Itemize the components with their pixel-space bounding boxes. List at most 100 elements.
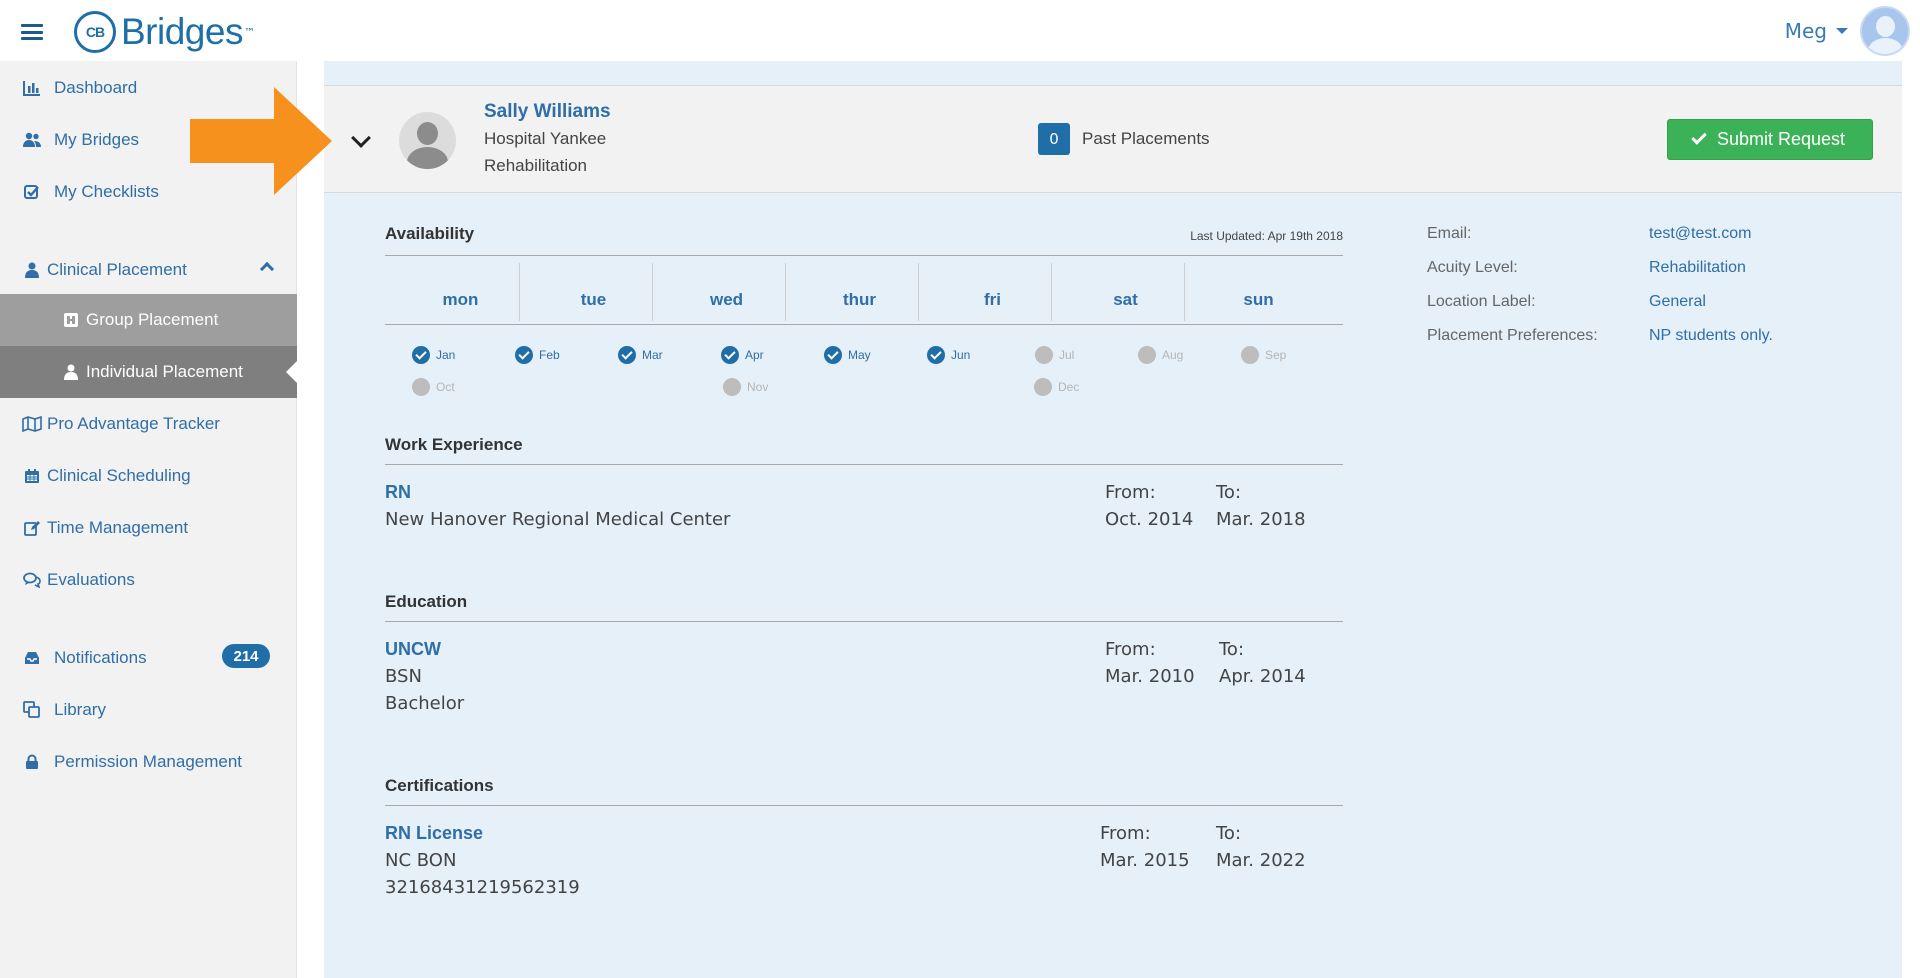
work-role[interactable]: RN (385, 482, 411, 503)
map-icon (21, 414, 43, 434)
education-to-label: To: (1219, 639, 1245, 660)
chevron-down-icon[interactable] (351, 128, 371, 148)
month-may[interactable]: May (824, 346, 871, 364)
divider (918, 263, 919, 321)
menu-icon[interactable] (21, 24, 43, 40)
sidebar: Dashboard My Bridges My Checklists Clini… (0, 61, 297, 978)
check-circle-icon (721, 346, 739, 364)
location-label-value[interactable]: General (1649, 293, 1706, 311)
work-from-label: From: (1105, 482, 1156, 503)
work-to-label: To: (1216, 482, 1242, 503)
sidebar-item-label: Clinical Scheduling (47, 466, 191, 485)
sidebar-item-clinical-placement[interactable]: Clinical Placement (0, 250, 297, 290)
divider (785, 263, 786, 321)
candidate-name[interactable]: Sally Williams (484, 101, 611, 123)
month-feb[interactable]: Feb (515, 346, 560, 364)
certification-number: 32168431219562319 (385, 877, 580, 898)
month-nov[interactable]: Nov (723, 378, 768, 396)
education-level: Bachelor (385, 693, 465, 714)
sidebar-item-group-placement[interactable]: Group Placement (0, 294, 297, 346)
certification-from-label: From: (1100, 823, 1151, 844)
candidate-specialty: Rehabilitation (484, 156, 588, 175)
month-label: Sep (1265, 348, 1287, 362)
logo-text: Bridges (121, 11, 243, 52)
education-title: Education (385, 592, 468, 611)
acuity-level-value[interactable]: Rehabilitation (1649, 259, 1746, 277)
month-apr[interactable]: Apr (721, 346, 764, 364)
divider (385, 255, 1343, 256)
submit-request-label: Submit Request (1716, 129, 1846, 149)
sidebar-item-label: Clinical Placement (47, 260, 187, 279)
education-school[interactable]: UNCW (385, 639, 441, 660)
certification-issuer: NC BON (385, 850, 457, 871)
month-aug[interactable]: Aug (1138, 346, 1183, 364)
month-dec[interactable]: Dec (1034, 378, 1079, 396)
placement-preferences-value[interactable]: NP students only. (1649, 327, 1773, 345)
education-to-date: Apr. 2014 (1219, 666, 1306, 687)
month-label: Jun (951, 348, 971, 362)
check-icon (1691, 129, 1707, 145)
sidebar-item-label: Evaluations (47, 570, 135, 589)
user-avatar[interactable] (1860, 6, 1910, 56)
user-menu[interactable]: Meg (1785, 19, 1848, 43)
sidebar-item-pro-advantage-tracker[interactable]: Pro Advantage Tracker (0, 404, 297, 444)
circle-icon (1138, 346, 1156, 364)
circle-icon (412, 378, 430, 396)
acuity-level-label: Acuity Level: (1427, 259, 1518, 276)
day-tue: tue (580, 290, 607, 309)
sidebar-item-label: Time Management (47, 518, 189, 537)
day-sun: sun (1243, 290, 1274, 309)
work-experience-title: Work Experience (385, 435, 523, 454)
calendar-icon (21, 466, 43, 486)
month-label: Feb (539, 348, 560, 362)
education-from-date: Mar. 2010 (1105, 666, 1195, 687)
chevron-up-icon[interactable] (259, 261, 275, 277)
day-sat: sat (1113, 290, 1138, 309)
sidebar-item-label: Group Placement (86, 310, 219, 329)
email-value[interactable]: test@test.com (1649, 225, 1752, 243)
check-circle-icon (412, 346, 430, 364)
month-jun[interactable]: Jun (927, 346, 970, 364)
copy-icon (21, 700, 43, 720)
submit-request-button[interactable]: Submit Request (1667, 119, 1873, 160)
divider (519, 263, 520, 321)
sidebar-item-label: My Bridges (54, 130, 140, 149)
sidebar-item-library[interactable]: Library (0, 690, 297, 730)
inbox-icon (21, 648, 43, 668)
candidate-header: Sally Williams Hospital Yankee Rehabilit… (324, 85, 1902, 193)
month-sep[interactable]: Sep (1241, 346, 1286, 364)
user-name: Meg (1784, 19, 1827, 43)
edit-icon (21, 518, 43, 538)
month-jul[interactable]: Jul (1035, 346, 1074, 364)
month-mar[interactable]: Mar (618, 346, 663, 364)
sidebar-item-evaluations[interactable]: Evaluations (0, 560, 297, 600)
sidebar-item-label: My Checklists (54, 182, 159, 201)
month-oct[interactable]: Oct (412, 378, 455, 396)
sidebar-item-clinical-scheduling[interactable]: Clinical Scheduling (0, 456, 297, 496)
sidebar-item-label: Permission Management (54, 752, 243, 771)
sidebar-item-permission-management[interactable]: Permission Management (0, 742, 297, 782)
group-box-icon (60, 310, 82, 330)
divider (385, 621, 1343, 622)
check-circle-icon (515, 346, 533, 364)
day-mon: mon (442, 290, 479, 309)
sidebar-item-individual-placement[interactable]: Individual Placement (0, 346, 297, 398)
bar-chart-icon (21, 78, 43, 98)
past-placements-label: Past Placements (1082, 129, 1210, 148)
app-logo[interactable]: CB Bridges ™ (74, 10, 255, 54)
certification-name[interactable]: RN License (385, 823, 483, 844)
divider (652, 263, 653, 321)
candidate-avatar (399, 112, 456, 169)
user-icon (21, 260, 43, 280)
circle-icon (1034, 378, 1052, 396)
work-to-date: Mar. 2018 (1216, 509, 1306, 530)
checkbox-icon (21, 182, 43, 202)
callout-arrow-icon (190, 87, 332, 195)
sidebar-item-notifications[interactable]: Notifications 214 (0, 638, 297, 678)
sidebar-item-time-management[interactable]: Time Management (0, 508, 297, 548)
divider (385, 324, 1343, 325)
month-jan[interactable]: Jan (412, 346, 455, 364)
top-bar: CB Bridges ™ Meg (0, 0, 1920, 61)
month-label: Apr (745, 348, 764, 362)
check-circle-icon (824, 346, 842, 364)
